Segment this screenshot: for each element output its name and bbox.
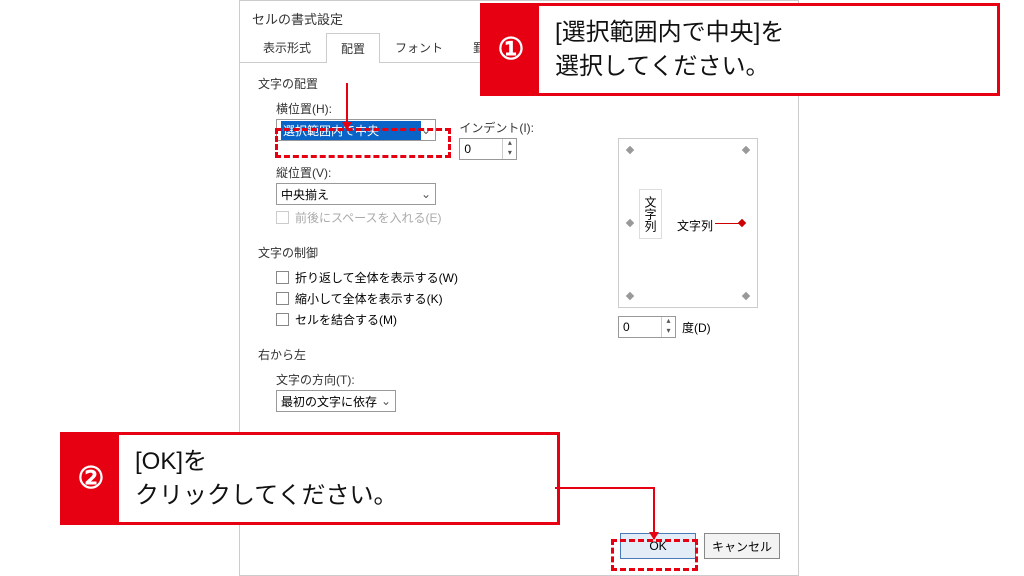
callout-1-number: ①	[483, 6, 539, 93]
orientation-preview: 文字列 文字列 0 ▴▾ 度(D)	[618, 138, 778, 338]
text-direction-value: 最初の文字に依存	[281, 393, 381, 410]
tab-font[interactable]: フォント	[380, 32, 458, 62]
degree-spinner[interactable]: 0 ▴▾	[618, 316, 676, 338]
callout-2-text: [OK]を クリックしてください。	[119, 435, 414, 522]
indent-label: インデント(I):	[459, 119, 534, 136]
text-alignment-legend: 文字の配置	[258, 75, 318, 96]
indent-spinner[interactable]: 0 ▴▾	[459, 138, 517, 160]
wrap-checkbox[interactable]	[276, 271, 289, 284]
chevron-down-icon: ⌄	[381, 394, 391, 408]
spin-down-icon[interactable]: ▾	[661, 327, 675, 337]
wrap-label: 折り返して全体を表示する(W)	[295, 269, 458, 286]
orientation-box[interactable]: 文字列 文字列	[618, 138, 758, 308]
shrink-checkbox[interactable]	[276, 292, 289, 305]
tab-alignment[interactable]: 配置	[326, 33, 380, 63]
orientation-vtext: 文字列	[639, 189, 662, 239]
orientation-htext: 文字列	[677, 217, 713, 234]
distribute-checkbox	[276, 211, 289, 224]
arrow-2-h	[555, 487, 655, 489]
direction-label: 文字の方向(T):	[276, 371, 780, 388]
diamond-icon	[626, 146, 634, 154]
callout-1-text: [選択範囲内で中央]を 選択してください。	[539, 6, 800, 93]
merge-checkbox[interactable]	[276, 313, 289, 326]
dialog-body: 文字の配置 横位置(H): 選択範囲内で中央 ⌄ インデント(I): 0 ▴▾ …	[240, 63, 798, 442]
callout-2-number: ②	[63, 435, 119, 522]
shrink-label: 縮小して全体を表示する(K)	[295, 290, 443, 307]
arrow-2-v	[653, 487, 655, 539]
callout-2: ② [OK]を クリックしてください。	[60, 432, 560, 525]
diamond-icon	[742, 292, 750, 300]
orientation-line	[715, 223, 745, 224]
degree-label: 度(D)	[682, 319, 711, 336]
rtl-legend: 右から左	[258, 346, 306, 367]
text-direction-select[interactable]: 最初の文字に依存 ⌄	[276, 390, 396, 412]
text-control-legend: 文字の制御	[258, 244, 318, 265]
spin-down-icon[interactable]: ▾	[502, 149, 516, 159]
arrow-1	[346, 83, 348, 129]
vertical-alignment-select[interactable]: 中央揃え ⌄	[276, 183, 436, 205]
vertical-alignment-value: 中央揃え	[281, 186, 421, 203]
callout-1: ① [選択範囲内で中央]を 選択してください。	[480, 3, 1000, 96]
diamond-icon	[626, 219, 634, 227]
tab-number-format[interactable]: 表示形式	[248, 32, 326, 62]
chevron-down-icon: ⌄	[421, 187, 431, 201]
diamond-icon	[626, 292, 634, 300]
merge-label: セルを結合する(M)	[295, 311, 397, 328]
indent-value: 0	[460, 142, 502, 156]
horizontal-label: 横位置(H):	[276, 100, 780, 117]
degree-value: 0	[619, 320, 661, 334]
diamond-icon	[742, 146, 750, 154]
dialog-buttons: OK キャンセル	[620, 533, 780, 559]
cancel-button[interactable]: キャンセル	[704, 533, 780, 559]
chevron-down-icon: ⌄	[421, 123, 431, 137]
rtl-group: 右から左 文字の方向(T): 最初の文字に依存 ⌄	[258, 346, 780, 416]
horizontal-alignment-select[interactable]: 選択範囲内で中央 ⌄	[276, 119, 436, 141]
distribute-label: 前後にスペースを入れる(E)	[295, 209, 442, 226]
